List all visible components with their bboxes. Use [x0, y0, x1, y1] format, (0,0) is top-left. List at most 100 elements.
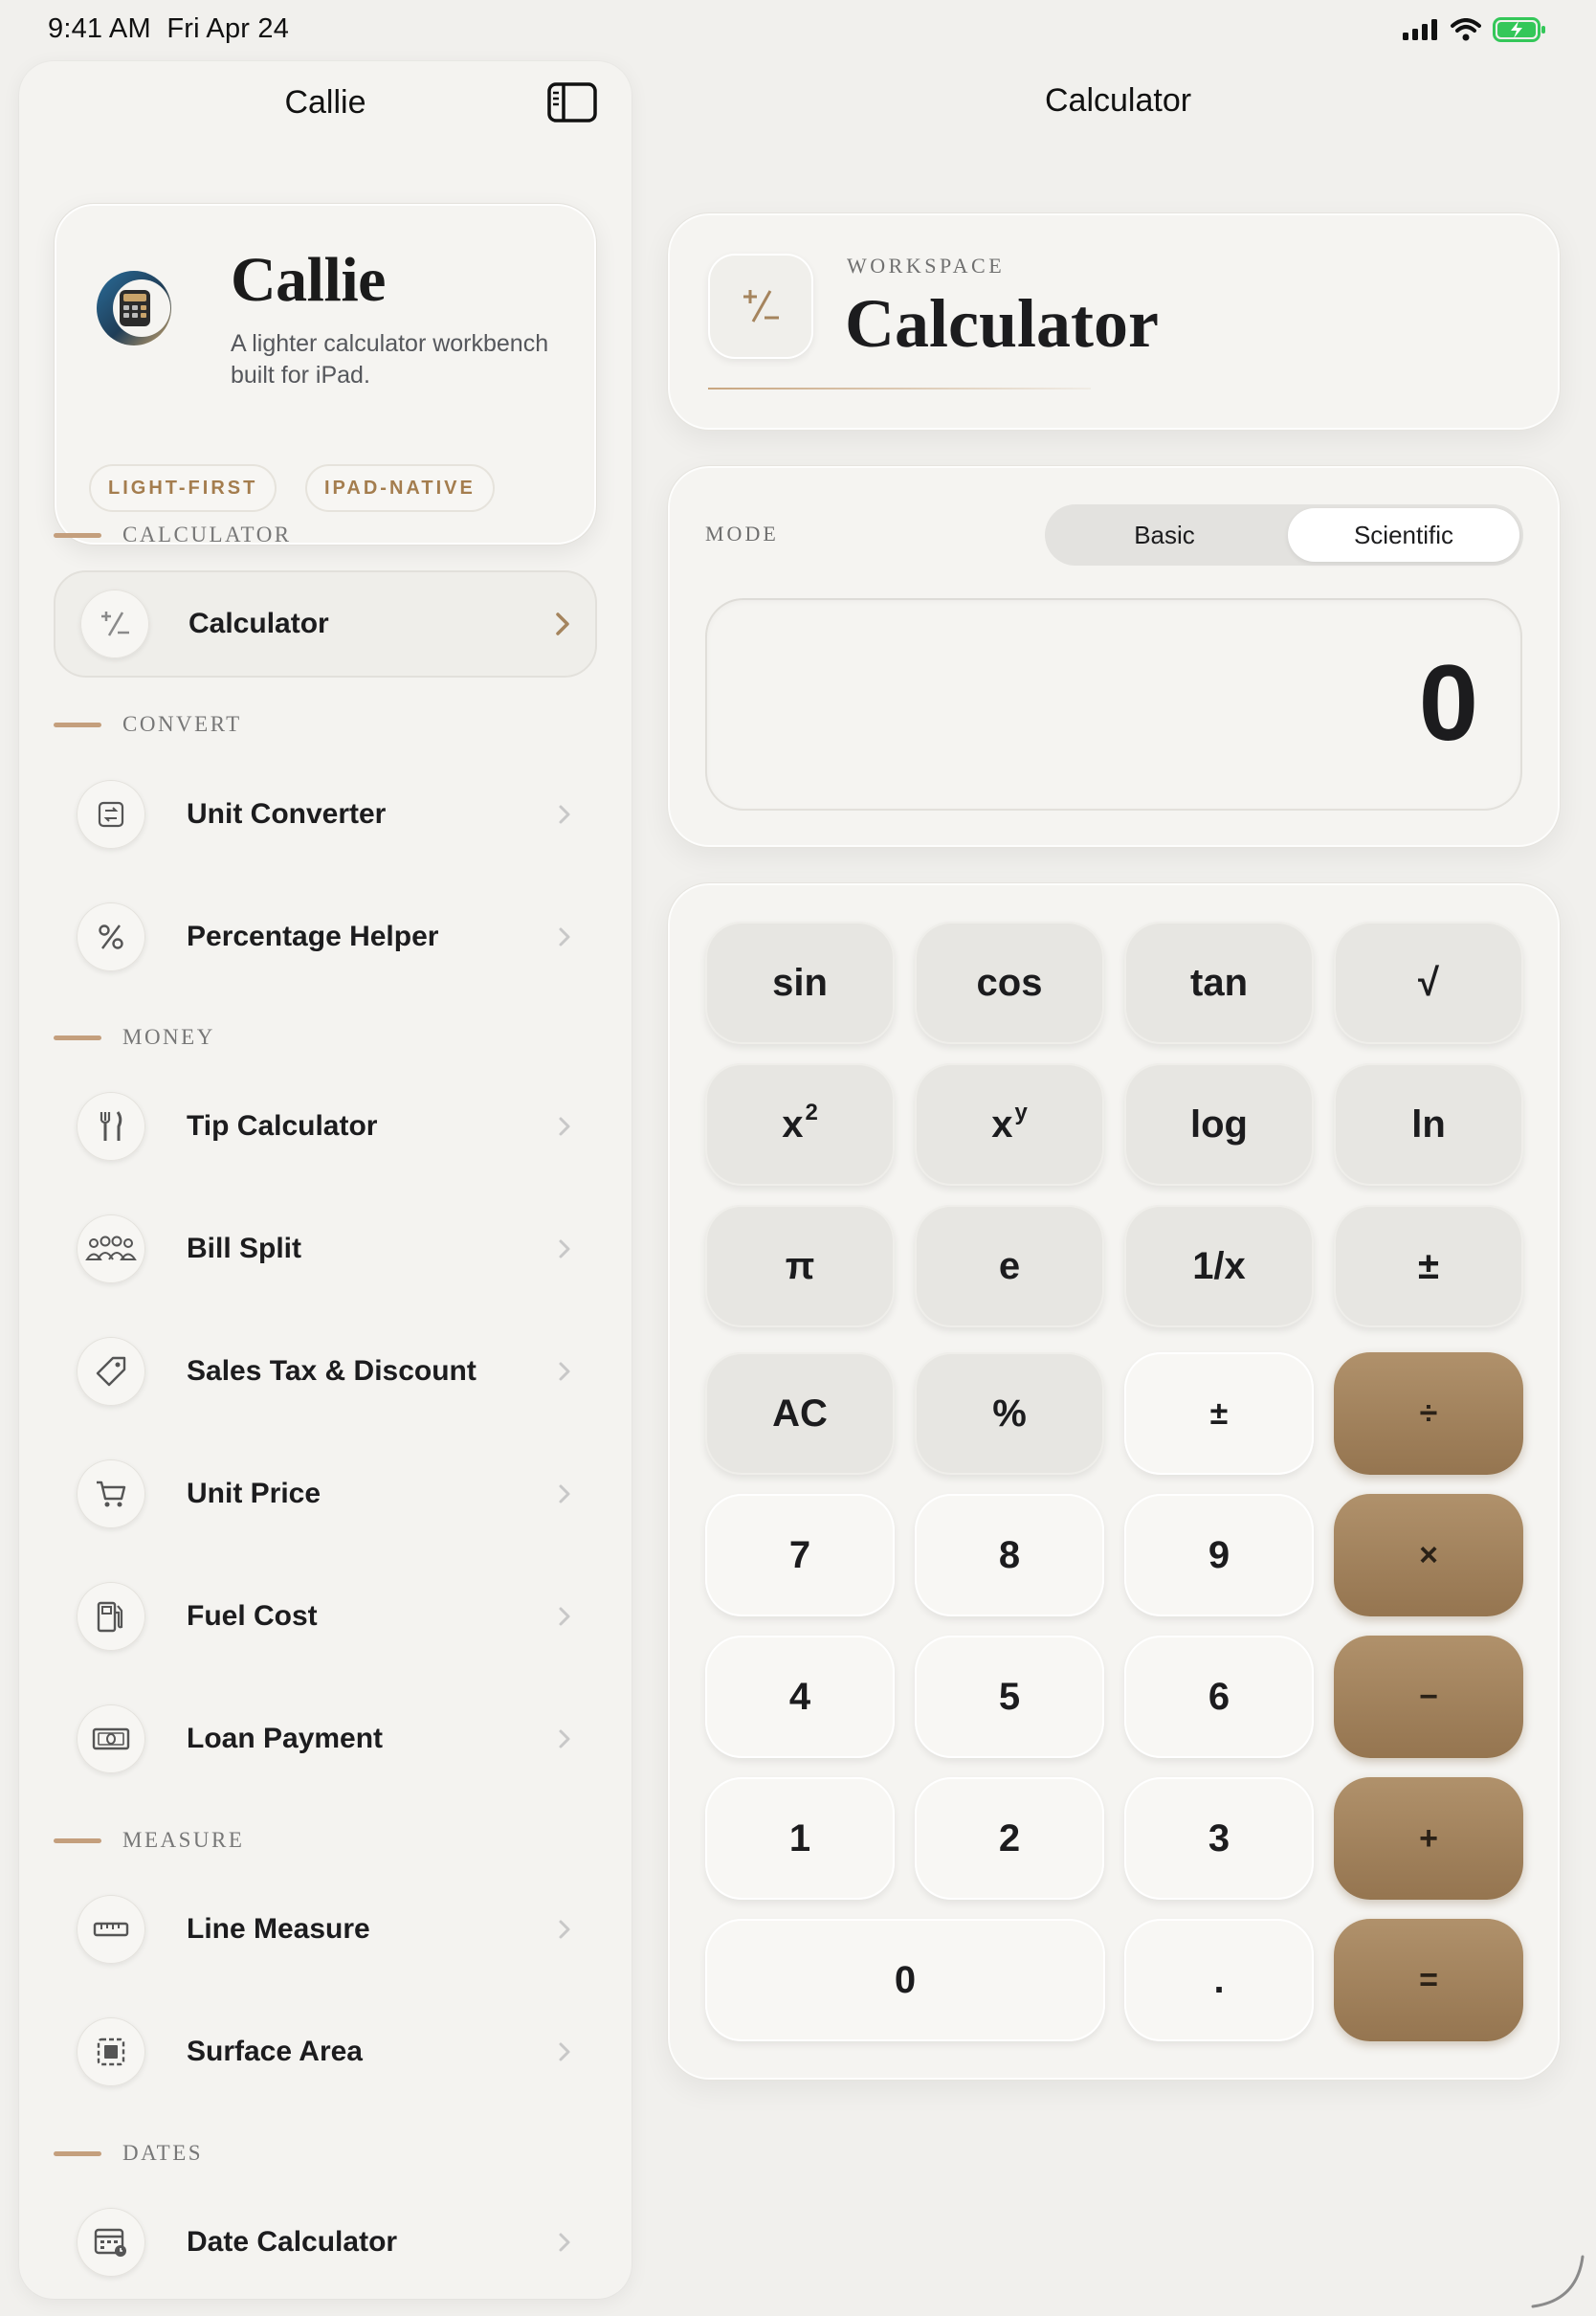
chevron-right-icon	[559, 2233, 570, 2252]
sidebar-item-label: Tip Calculator	[187, 1110, 378, 1142]
mode-label: MODE	[705, 522, 779, 546]
key-pi[interactable]: π	[705, 1205, 895, 1327]
section-dash	[54, 1035, 101, 1040]
area-icon	[77, 2017, 145, 2086]
section-measure: MEASURE	[54, 1828, 244, 1853]
sidebar-item-date-calculator[interactable]: Date Calculator	[54, 2189, 597, 2296]
sidebar-toggle-icon[interactable]	[547, 82, 597, 122]
cellular-signal-icon	[1403, 19, 1437, 40]
cart-icon	[77, 1459, 145, 1528]
sidebar-item-fuel-cost[interactable]: Fuel Cost	[54, 1563, 597, 1670]
workspace-kicker: WORKSPACE	[847, 254, 1006, 278]
section-label: MEASURE	[122, 1828, 245, 1852]
sidebar-item-tip-calculator[interactable]: Tip Calculator	[54, 1073, 597, 1180]
key-tan[interactable]: tan	[1124, 922, 1314, 1044]
status-icons	[1403, 17, 1546, 42]
key-cos[interactable]: cos	[915, 922, 1104, 1044]
plus-minus-icon	[80, 590, 149, 658]
chevron-right-icon	[559, 1362, 570, 1381]
sidebar-item-label: Unit Price	[187, 1478, 321, 1509]
sidebar-item-label: Percentage Helper	[187, 921, 439, 952]
sidebar-title: Callie	[284, 84, 366, 121]
key-e[interactable]: e	[915, 1205, 1104, 1327]
chevron-right-icon	[559, 1117, 570, 1136]
workspace-card: WORKSPACE Calculator	[667, 212, 1561, 431]
key-sci-negate[interactable]: ±	[1334, 1205, 1523, 1327]
tag-light-first: LIGHT-FIRST	[89, 464, 277, 512]
key-square[interactable]: x2	[705, 1063, 895, 1186]
key-percent[interactable]: %	[915, 1352, 1104, 1475]
key-9[interactable]: 9	[1124, 1494, 1314, 1616]
key-sqrt[interactable]: √	[1334, 922, 1523, 1044]
key-6[interactable]: 6	[1124, 1636, 1314, 1758]
key-superscript: y	[1014, 1100, 1028, 1125]
section-label: CONVERT	[122, 712, 242, 736]
banknote-icon	[77, 1704, 145, 1773]
key-1[interactable]: 1	[705, 1777, 895, 1900]
sidebar-item-label: Date Calculator	[187, 2226, 398, 2258]
tag-ipad-native: IPAD-NATIVE	[305, 464, 495, 512]
mode-option-basic[interactable]: Basic	[1049, 508, 1280, 562]
key-4[interactable]: 4	[705, 1636, 895, 1758]
fork-knife-icon	[77, 1092, 145, 1161]
sidebar-item-calculator[interactable]: Calculator	[54, 570, 597, 678]
key-decimal[interactable]: .	[1124, 1919, 1314, 2041]
sidebar-item-sales-tax-discount[interactable]: Sales Tax & Discount	[54, 1318, 597, 1425]
corner-indicator-icon	[1531, 2255, 1585, 2308]
key-3[interactable]: 3	[1124, 1777, 1314, 1900]
status-bar: 9:41 AM Fri Apr 24	[0, 0, 1596, 61]
ruler-icon	[77, 1895, 145, 1964]
chevron-right-icon	[559, 1920, 570, 1939]
key-subtract[interactable]: −	[1334, 1636, 1523, 1758]
sidebar-item-loan-payment[interactable]: Loan Payment	[54, 1685, 597, 1793]
sidebar-item-unit-price[interactable]: Unit Price	[54, 1440, 597, 1548]
key-log[interactable]: log	[1124, 1063, 1314, 1186]
battery-charging-icon	[1493, 17, 1545, 42]
sidebar-item-percentage-helper[interactable]: Percentage Helper	[54, 883, 597, 991]
key-0[interactable]: 0	[705, 1919, 1105, 2041]
status-clock: 9:41 AM	[48, 13, 151, 44]
sidebar-item-label: Fuel Cost	[187, 1600, 318, 1632]
workspace-divider	[708, 388, 1091, 390]
key-negate[interactable]: ±	[1124, 1352, 1314, 1475]
people-icon	[77, 1214, 145, 1283]
key-8[interactable]: 8	[915, 1494, 1104, 1616]
section-convert: CONVERT	[54, 712, 242, 737]
convert-icon	[77, 780, 145, 849]
tag-icon	[77, 1337, 145, 1406]
section-dash	[54, 1837, 101, 1843]
key-all-clear[interactable]: AC	[705, 1352, 895, 1475]
display-value: 0	[1418, 643, 1478, 763]
brand-name: Callie	[231, 245, 386, 315]
sidebar-item-line-measure[interactable]: Line Measure	[54, 1876, 597, 1983]
section-label: MONEY	[122, 1025, 215, 1049]
key-reciprocal[interactable]: 1/x	[1124, 1205, 1314, 1327]
key-ln[interactable]: ln	[1334, 1063, 1523, 1186]
chevron-right-icon	[559, 1484, 570, 1503]
chevron-right-icon	[559, 1239, 570, 1258]
key-sin[interactable]: sin	[705, 922, 895, 1044]
key-5[interactable]: 5	[915, 1636, 1104, 1758]
mode-option-scientific[interactable]: Scientific	[1288, 508, 1519, 562]
sidebar-item-surface-area[interactable]: Surface Area	[54, 1998, 597, 2105]
key-2[interactable]: 2	[915, 1777, 1104, 1900]
key-multiply[interactable]: ×	[1334, 1494, 1523, 1616]
mode-card: MODE Basic Scientific 0	[667, 465, 1561, 848]
sidebar-item-label: Surface Area	[187, 2036, 363, 2067]
key-7[interactable]: 7	[705, 1494, 895, 1616]
key-equals[interactable]: =	[1334, 1919, 1523, 2041]
brand-card: Callie A lighter calculator workbench bu…	[54, 203, 597, 546]
sidebar-item-label: Sales Tax & Discount	[187, 1355, 477, 1387]
sidebar-item-label: Bill Split	[187, 1233, 301, 1264]
sidebar-item-unit-converter[interactable]: Unit Converter	[54, 761, 597, 868]
key-power[interactable]: xy	[915, 1063, 1104, 1186]
sidebar-item-bill-split[interactable]: Bill Split	[54, 1195, 597, 1303]
chevron-right-icon	[559, 805, 570, 824]
key-add[interactable]: +	[1334, 1777, 1523, 1900]
key-divide[interactable]: ÷	[1334, 1352, 1523, 1475]
section-dash	[54, 532, 101, 538]
wifi-icon	[1451, 18, 1481, 41]
sidebar-item-label: Calculator	[188, 608, 329, 639]
brand-description: A lighter calculator workbench built for…	[231, 330, 549, 389]
keypad-card: sin cos tan √ x2 xy log ln π e 1/x ± AC …	[667, 882, 1561, 2081]
